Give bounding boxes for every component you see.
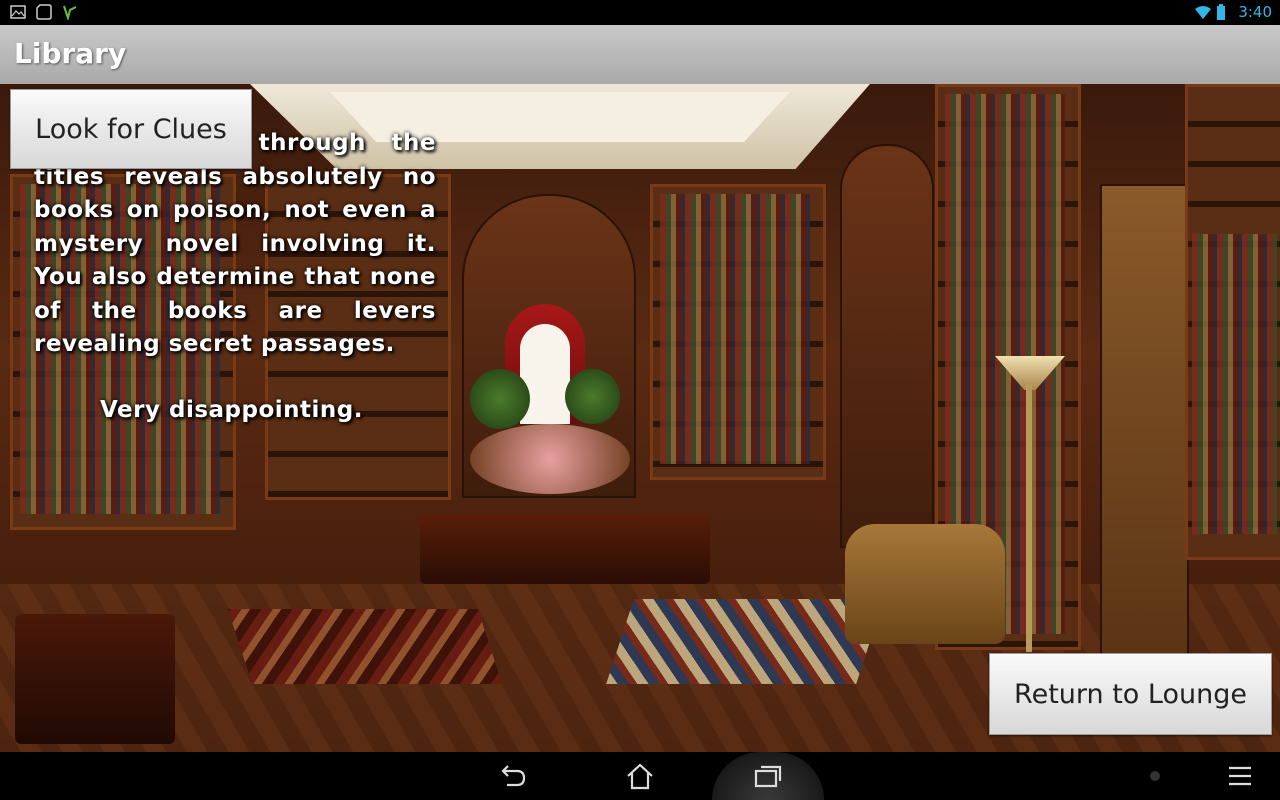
recent-apps-icon[interactable] xyxy=(750,760,786,792)
gallery-icon xyxy=(10,4,26,20)
home-icon[interactable] xyxy=(622,760,658,792)
books-far-right xyxy=(1192,234,1277,534)
rug-right xyxy=(606,599,884,684)
dark-chair xyxy=(15,614,175,744)
status-right: 3:40 xyxy=(1194,3,1272,21)
flower-arrangement xyxy=(470,424,630,494)
status-time: 3:40 xyxy=(1238,3,1272,21)
books-center xyxy=(660,194,810,464)
status-left-icons xyxy=(10,4,78,22)
plant-left xyxy=(470,369,530,429)
floor-lamp-pole xyxy=(1026,384,1032,652)
wifi-icon xyxy=(1194,4,1212,20)
armchair xyxy=(845,524,1005,644)
rug-left xyxy=(227,609,503,684)
arch-doorway-right xyxy=(840,144,934,548)
painted-panel xyxy=(1100,184,1189,658)
look-for-clues-button[interactable]: Look for Clues xyxy=(10,89,252,169)
dot-icon xyxy=(1137,760,1173,792)
battery-icon xyxy=(1216,4,1232,20)
screenshot-icon xyxy=(36,4,52,20)
action-bar: Library xyxy=(0,25,1280,85)
page-title: Library xyxy=(14,37,127,70)
return-to-lounge-button[interactable]: Return to Lounge xyxy=(989,653,1272,735)
status-bar: 3:40 xyxy=(0,0,1280,25)
app-notification-icon xyxy=(62,4,78,22)
back-icon[interactable] xyxy=(494,760,530,792)
plant-right xyxy=(565,369,620,424)
menu-icon[interactable] xyxy=(1222,760,1258,792)
dining-table xyxy=(420,514,710,584)
story-closing: Very disappointing. xyxy=(100,396,363,423)
story-text: A search through the titles reveals abso… xyxy=(34,127,436,427)
